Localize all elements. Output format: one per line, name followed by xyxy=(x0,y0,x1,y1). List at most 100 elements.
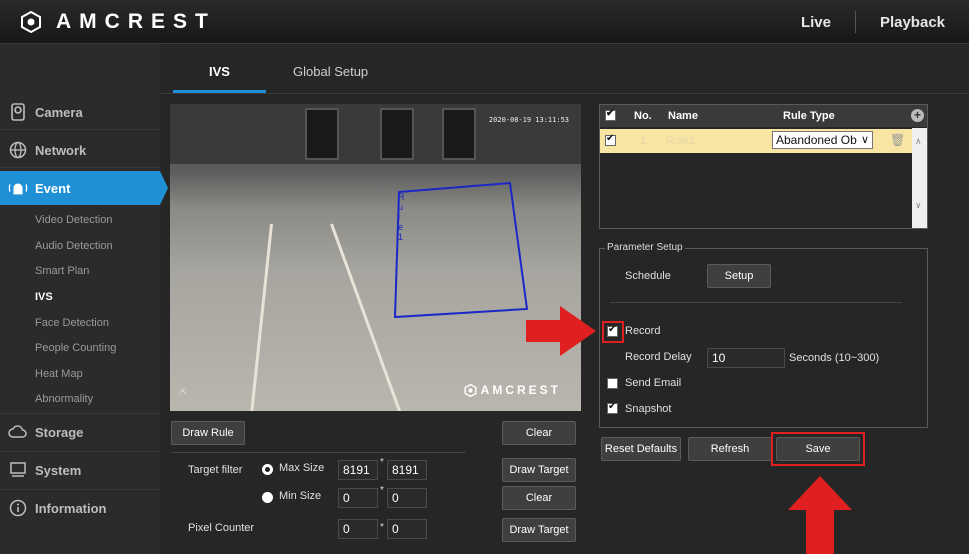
top-nav: Live Playback xyxy=(777,0,969,44)
scroll-down-icon[interactable]: ∨ xyxy=(915,200,922,211)
record-highlight-box xyxy=(602,321,624,343)
refresh-button[interactable]: Refresh xyxy=(688,437,772,461)
sidebar-item-label: System xyxy=(35,462,82,478)
speaker-icon: ⇱ xyxy=(180,387,188,397)
up-arrow-icon xyxy=(788,476,852,554)
sidebar-subitem-face-detection[interactable]: Face Detection xyxy=(35,317,109,329)
cloud-icon xyxy=(8,422,28,442)
divider xyxy=(0,167,160,168)
snapshot-label: Snapshot xyxy=(625,403,672,415)
rule-table-scrollbar[interactable]: ∧ ∨ xyxy=(912,128,927,228)
video-watermark: AMCREST xyxy=(464,383,561,397)
divider xyxy=(0,129,160,130)
max-width-input[interactable] xyxy=(338,460,378,480)
divider xyxy=(0,451,160,452)
divider xyxy=(171,452,466,453)
video-preview[interactable]: Rule1 2020-08-19 13:11:53 ⇱ AMCREST xyxy=(170,104,581,411)
pixel-width-input[interactable] xyxy=(338,519,378,539)
sidebar-subitem-heat-map[interactable]: Heat Map xyxy=(35,368,83,380)
tab-global-setup[interactable]: Global Setup xyxy=(293,64,368,79)
sidebar-item-label: Network xyxy=(35,142,87,158)
amcrest-logo-icon xyxy=(464,383,477,397)
sidebar-item-label: Storage xyxy=(35,424,84,440)
min-size-radio[interactable] xyxy=(262,492,273,503)
divider xyxy=(610,302,902,303)
amcrest-logo-icon xyxy=(21,11,41,33)
monitor-icon xyxy=(8,460,28,480)
sidebar-subitem-ivs[interactable]: IVS xyxy=(35,291,53,303)
sidebar-subitem-abnormality[interactable]: Abnormality xyxy=(35,393,93,405)
pixel-height-input[interactable] xyxy=(387,519,427,539)
min-width-input[interactable] xyxy=(338,488,378,508)
ivs-rule-label: Rule1 xyxy=(398,192,405,242)
clear-target-button[interactable]: Clear xyxy=(502,486,576,510)
send-email-label: Send Email xyxy=(625,377,682,389)
times-symbol: * xyxy=(380,485,384,496)
sidebar-item-camera[interactable]: Camera xyxy=(0,95,160,129)
save-highlight-box xyxy=(771,432,865,466)
row-checkbox[interactable] xyxy=(605,133,616,146)
sidebar-subitem-video-detection[interactable]: Video Detection xyxy=(35,214,112,226)
sidebar-item-information[interactable]: Information xyxy=(0,491,160,525)
delete-rule-icon[interactable]: 🗑 xyxy=(890,133,905,147)
send-email-checkbox[interactable] xyxy=(607,378,618,389)
nav-live[interactable]: Live xyxy=(777,14,855,31)
row-name: Rule1 xyxy=(666,135,695,147)
max-height-input[interactable] xyxy=(387,460,427,480)
sidebar-item-system[interactable]: System xyxy=(0,453,160,487)
brand-logo[interactable]: AMCREST xyxy=(20,10,216,34)
tab-ivs[interactable]: IVS xyxy=(209,64,230,79)
parameter-setup-title: Parameter Setup xyxy=(605,242,685,253)
min-height-input[interactable] xyxy=(387,488,427,508)
sidebar-subitem-smart-plan[interactable]: Smart Plan xyxy=(35,265,89,277)
header-name: Name xyxy=(668,110,698,122)
rule-table-header: No. Name Rule Type + xyxy=(600,105,927,127)
select-all-checkbox[interactable] xyxy=(605,108,616,121)
snapshot-checkbox[interactable] xyxy=(607,401,618,414)
top-bar: AMCREST Live Playback xyxy=(0,0,969,44)
reset-defaults-button[interactable]: Reset Defaults xyxy=(601,437,681,461)
draw-pixel-target-button[interactable]: Draw Target xyxy=(502,518,576,542)
chevron-down-icon: ∨ xyxy=(860,134,869,146)
sidebar-subitem-people-counting[interactable]: People Counting xyxy=(35,342,116,354)
sidebar-item-label: Event xyxy=(35,180,71,196)
camera-icon xyxy=(8,102,28,122)
nav-playback[interactable]: Playback xyxy=(856,14,969,31)
record-delay-input[interactable] xyxy=(707,348,785,368)
ivs-rule-region[interactable] xyxy=(170,104,581,411)
divider xyxy=(0,413,160,414)
video-timestamp: 2020-08-19 13:11:53 xyxy=(488,116,569,124)
add-rule-icon[interactable]: + xyxy=(911,109,924,122)
sidebar-item-label: Camera xyxy=(35,104,83,120)
times-symbol: * xyxy=(380,522,384,533)
draw-target-button[interactable]: Draw Target xyxy=(502,458,576,482)
video-watermark-text: AMCREST xyxy=(480,383,561,397)
schedule-setup-button[interactable]: Setup xyxy=(707,264,771,288)
header-no: No. xyxy=(634,110,652,122)
sidebar-item-storage[interactable]: Storage xyxy=(0,415,160,449)
pixel-counter-label: Pixel Counter xyxy=(188,522,255,534)
clear-rule-button[interactable]: Clear xyxy=(502,421,576,445)
max-size-label: Max Size xyxy=(279,462,325,474)
times-symbol: * xyxy=(380,457,384,468)
record-delay-label: Record Delay xyxy=(625,351,692,363)
max-size-radio[interactable] xyxy=(262,464,273,475)
record-label: Record xyxy=(625,325,661,337)
sidebar-subitem-audio-detection[interactable]: Audio Detection xyxy=(35,240,113,252)
sidebar-item-event[interactable]: Event xyxy=(0,171,168,205)
row-number: 1 xyxy=(640,135,647,147)
right-arrow-icon xyxy=(526,306,596,356)
tab-bar: IVS Global Setup xyxy=(160,44,969,94)
target-filter-label: Target filter xyxy=(188,464,243,476)
sidebar-item-network[interactable]: Network xyxy=(0,133,160,167)
info-icon xyxy=(8,498,28,518)
rule-type-select[interactable]: Abandoned Ob ∨ xyxy=(772,131,873,149)
rule-table: No. Name Rule Type + 1 Rule1 🗑 xyxy=(599,104,928,229)
record-delay-range: Seconds (10~300) xyxy=(789,352,880,364)
schedule-label: Schedule xyxy=(625,270,671,282)
draw-rule-button[interactable]: Draw Rule xyxy=(171,421,245,445)
sidebar-item-label: Information xyxy=(35,500,107,516)
min-size-label: Min Size xyxy=(279,490,322,502)
header-rule-type: Rule Type xyxy=(783,110,835,122)
scroll-up-icon[interactable]: ∧ xyxy=(915,136,922,147)
